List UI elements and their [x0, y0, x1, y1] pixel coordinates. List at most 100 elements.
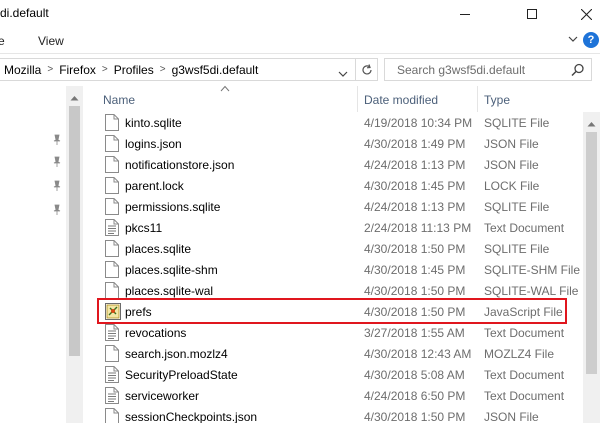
file-date-modified: 3/27/2018 1:55 AM — [364, 326, 465, 340]
tab-view[interactable]: View — [38, 34, 64, 48]
file-date-modified: 4/24/2018 6:50 PM — [364, 389, 466, 403]
file-row[interactable]: permissions.sqlite 4/24/2018 1:13 PM SQLIT… — [83, 196, 600, 217]
blank-file-icon — [105, 135, 119, 152]
file-type: Text Document — [484, 326, 565, 340]
column-header-name[interactable]: Name — [103, 93, 135, 107]
blank-file-icon — [105, 345, 119, 362]
file-list-scrollbar[interactable] — [583, 112, 600, 423]
breadcrumb-mozilla[interactable]: Mozilla — [0, 63, 45, 77]
file-row[interactable]: notificationstore.json 4/24/2018 1:13 PM J… — [83, 154, 600, 175]
address-history-button[interactable] — [338, 67, 348, 81]
blank-file-icon — [105, 156, 119, 173]
file-date-modified: 4/30/2018 1:49 PM — [364, 137, 466, 151]
file-type: SQLITE File — [484, 242, 550, 256]
column-divider[interactable] — [357, 86, 358, 112]
file-date-modified: 4/30/2018 5:08 AM — [364, 368, 465, 382]
file-row[interactable]: revocations 3/27/2018 1:55 AM Text Documen… — [83, 322, 600, 343]
file-row[interactable]: serviceworker 4/24/2018 6:50 PM Text Docum… — [83, 385, 600, 406]
file-type: SQLITE File — [484, 116, 550, 130]
close-icon — [580, 8, 592, 20]
file-type: Text Document — [484, 389, 565, 403]
file-name: places.sqlite-wal — [125, 284, 214, 298]
text-file-icon — [105, 366, 119, 383]
blank-file-icon — [105, 240, 119, 257]
file-name: serviceworker — [125, 389, 200, 403]
title-bar: di.default — [0, 0, 600, 28]
file-row[interactable]: parent.lock 4/30/2018 1:45 PM LOCK File — [83, 175, 600, 196]
tab-share[interactable]: re — [0, 34, 5, 48]
search-placeholder: Search g3wsf5di.default — [397, 62, 526, 77]
minimize-icon — [460, 13, 470, 15]
column-header: Name Date modified Type — [83, 85, 600, 112]
chevron-down-icon — [338, 71, 348, 77]
file-date-modified: 4/30/2018 1:50 PM — [364, 284, 466, 298]
minimize-button[interactable] — [442, 0, 488, 28]
file-name: sessionCheckpoints.json — [125, 410, 258, 423]
pin-icon — [52, 204, 62, 216]
breadcrumb-profiles[interactable]: Profiles — [110, 63, 158, 77]
search-input[interactable]: Search g3wsf5di.default — [384, 58, 592, 81]
file-row[interactable]: SecurityPreloadState 4/30/2018 5:08 AM Tex… — [83, 364, 600, 385]
file-name: permissions.sqlite — [125, 200, 221, 214]
file-row[interactable]: kinto.sqlite 4/19/2018 10:34 PM SQLITE Fil… — [83, 112, 600, 133]
file-row[interactable]: search.json.mozlz4 4/30/2018 12:43 AM MOZL… — [83, 343, 600, 364]
file-type: JSON File — [484, 158, 539, 172]
file-date-modified: 4/30/2018 12:43 AM — [364, 347, 472, 361]
file-name: parent.lock — [125, 179, 184, 193]
file-row[interactable]: places.sqlite-shm 4/30/2018 1:45 PM SQLITE… — [83, 259, 600, 280]
refresh-button[interactable] — [356, 58, 378, 81]
help-button[interactable]: ? — [583, 32, 599, 48]
file-date-modified: 2/24/2018 11:13 PM — [364, 221, 472, 235]
pin-icon — [52, 180, 62, 192]
scroll-up-icon[interactable] — [587, 116, 596, 130]
scroll-up-icon[interactable] — [70, 90, 79, 104]
file-date-modified: 4/24/2018 1:13 PM — [364, 158, 466, 172]
file-name: search.json.mozlz4 — [125, 347, 228, 361]
file-row[interactable]: places.sqlite 4/30/2018 1:50 PM SQLITE Fil… — [83, 238, 600, 259]
file-type: Text Document — [484, 221, 565, 235]
chevron-right-icon[interactable]: > — [158, 64, 168, 75]
file-name: logins.json — [125, 137, 182, 151]
column-header-date[interactable]: Date modified — [364, 93, 438, 107]
breadcrumb-profile-folder[interactable]: g3wsf5di.default — [168, 63, 263, 77]
highlight-box — [97, 298, 567, 324]
file-type: SQLITE-WAL File — [484, 284, 579, 298]
pin-icon — [52, 156, 62, 168]
expand-ribbon-button[interactable] — [566, 32, 580, 46]
text-file-icon — [105, 387, 119, 404]
address-row: Mozilla > Firefox > Profiles > g3wsf5di.… — [0, 55, 600, 85]
nav-scrollbar[interactable] — [66, 86, 83, 423]
file-type: LOCK File — [484, 179, 540, 193]
ribbon: re View ? — [0, 28, 600, 54]
file-type: JSON File — [484, 410, 539, 423]
navigation-pane — [0, 86, 83, 423]
refresh-icon — [361, 63, 372, 74]
file-date-modified: 4/30/2018 1:50 PM — [364, 410, 466, 423]
chevron-right-icon[interactable]: > — [100, 64, 110, 75]
file-type: Text Document — [484, 368, 565, 382]
column-divider[interactable] — [477, 86, 478, 112]
column-header-type[interactable]: Type — [484, 93, 510, 107]
file-name: places.sqlite — [125, 242, 192, 256]
maximize-icon — [527, 9, 537, 19]
blank-file-icon — [105, 408, 119, 423]
window-title: di.default — [0, 6, 49, 20]
chevron-right-icon[interactable]: > — [45, 64, 55, 75]
file-name: revocations — [125, 326, 187, 340]
nav-scrollbar-thumb[interactable] — [69, 106, 80, 356]
blank-file-icon — [105, 177, 119, 194]
address-bar[interactable]: Mozilla > Firefox > Profiles > g3wsf5di.… — [0, 58, 356, 81]
file-type: SQLITE-SHM File — [484, 263, 581, 277]
file-list-scrollbar-thumb[interactable] — [586, 132, 597, 374]
maximize-button[interactable] — [509, 0, 555, 28]
breadcrumb-firefox[interactable]: Firefox — [55, 63, 100, 77]
file-type: MOZLZ4 File — [484, 347, 555, 361]
pin-icon — [52, 134, 62, 146]
file-row[interactable]: pkcs11 2/24/2018 11:13 PM Text Document — [83, 217, 600, 238]
file-row[interactable]: sessionCheckpoints.json 4/30/2018 1:50 PM… — [83, 406, 600, 423]
close-button[interactable] — [563, 0, 600, 28]
file-row[interactable]: logins.json 4/30/2018 1:49 PM JSON File — [83, 133, 600, 154]
search-icon[interactable] — [571, 63, 585, 80]
file-name: kinto.sqlite — [125, 116, 182, 130]
file-date-modified: 4/30/2018 1:45 PM — [364, 179, 466, 193]
